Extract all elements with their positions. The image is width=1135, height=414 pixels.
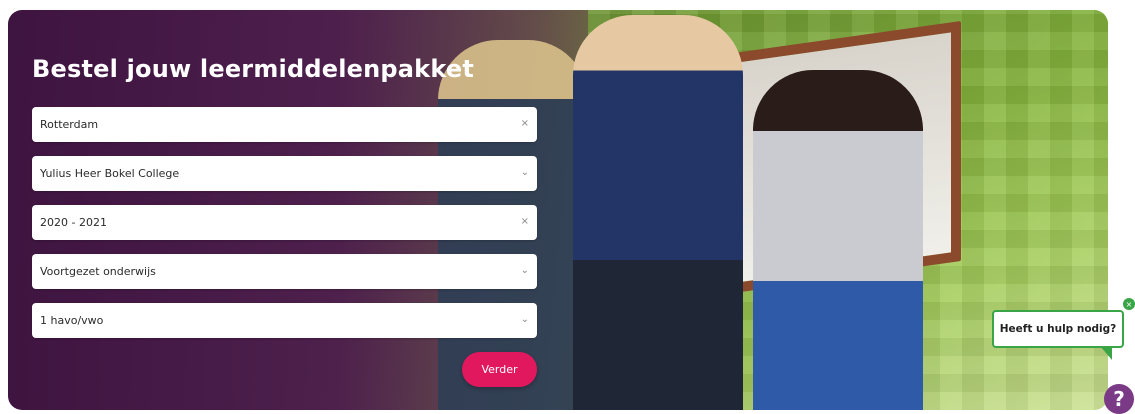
chevron-down-icon[interactable]: ⌄ bbox=[521, 314, 529, 325]
clear-icon[interactable]: × bbox=[521, 118, 529, 129]
help-icon[interactable]: ? bbox=[1104, 384, 1134, 414]
education-type-select-value: Voortgezet onderwijs bbox=[40, 265, 156, 278]
city-select[interactable]: Rotterdam × bbox=[32, 107, 537, 142]
school-year-select[interactable]: 2020 - 2021 × bbox=[32, 205, 537, 240]
chevron-down-icon[interactable]: ⌄ bbox=[521, 265, 529, 276]
close-icon[interactable]: × bbox=[1123, 298, 1135, 310]
school-year-select-value: 2020 - 2021 bbox=[40, 216, 107, 229]
clear-icon[interactable]: × bbox=[521, 216, 529, 227]
school-select[interactable]: Yulius Heer Bokel College ⌄ bbox=[32, 156, 537, 191]
class-level-select-value: 1 havo/vwo bbox=[40, 314, 104, 327]
city-select-value: Rotterdam bbox=[40, 118, 99, 131]
student-image bbox=[753, 70, 923, 410]
help-chat-label: Heeft u hulp nodig? bbox=[999, 323, 1117, 335]
help-chat-bubble[interactable]: Heeft u hulp nodig? bbox=[992, 310, 1124, 348]
page-title: Bestel jouw leermiddelenpakket bbox=[32, 55, 474, 83]
student-image bbox=[573, 15, 743, 410]
help-bubble-tail bbox=[1100, 346, 1112, 360]
chevron-down-icon[interactable]: ⌄ bbox=[521, 167, 529, 178]
class-level-select[interactable]: 1 havo/vwo ⌄ bbox=[32, 303, 537, 338]
school-select-value: Yulius Heer Bokel College bbox=[40, 167, 180, 180]
next-button[interactable]: Verder bbox=[462, 352, 537, 387]
education-type-select[interactable]: Voortgezet onderwijs ⌄ bbox=[32, 254, 537, 289]
